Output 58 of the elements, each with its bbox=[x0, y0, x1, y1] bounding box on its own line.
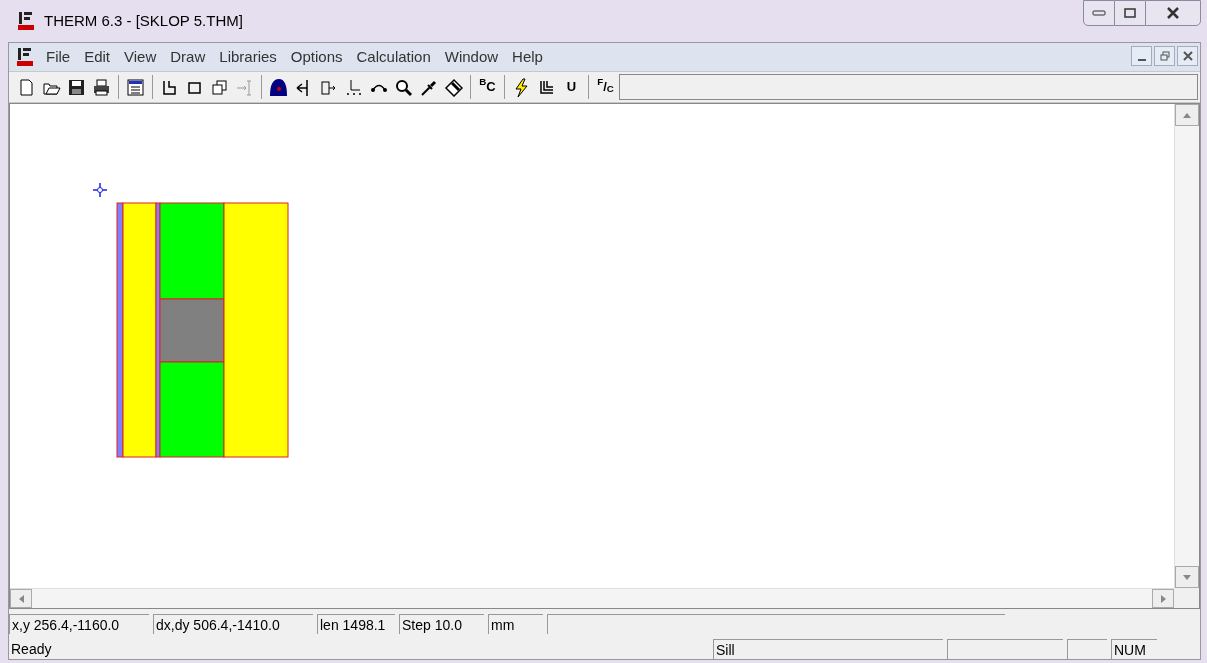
menu-item[interactable]: Calculation bbox=[349, 45, 438, 69]
minimize-button[interactable] bbox=[1083, 0, 1115, 26]
document-restore-button[interactable] bbox=[1154, 46, 1175, 66]
up-arrow-icon bbox=[1183, 112, 1191, 118]
right-arrow-icon bbox=[1160, 594, 1166, 603]
scroll-right-button[interactable] bbox=[1152, 589, 1174, 608]
menu-item[interactable]: Libraries bbox=[212, 45, 284, 69]
vertical-scrollbar[interactable] bbox=[1174, 104, 1199, 588]
scroll-left-button[interactable] bbox=[10, 589, 32, 608]
new-file-icon bbox=[17, 77, 36, 97]
toolbar-field[interactable] bbox=[619, 74, 1198, 100]
scroll-down-button[interactable] bbox=[1175, 566, 1199, 588]
status-field: x,y 256.4,-1160.0 bbox=[9, 614, 149, 634]
window-title: THERM 6.3 - [SKLOP 5.THM] bbox=[44, 10, 243, 31]
close-icon bbox=[1166, 7, 1180, 19]
origin-marker-icon bbox=[93, 183, 107, 197]
down-arrow-icon bbox=[1183, 574, 1191, 580]
status-field: NUM bbox=[1111, 639, 1157, 659]
menu-item[interactable]: View bbox=[117, 45, 164, 69]
horizontal-scrollbar[interactable] bbox=[10, 588, 1174, 608]
rotate-icon bbox=[444, 77, 463, 97]
minimize-icon bbox=[1092, 10, 1106, 16]
menu-item[interactable]: File bbox=[39, 45, 78, 69]
document-logo-icon bbox=[15, 47, 35, 67]
status-message: Ready bbox=[10, 640, 53, 659]
properties-icon bbox=[126, 77, 145, 97]
menu-item[interactable]: Window bbox=[437, 45, 506, 69]
toolbar-button[interactable]: $^{F}$/$_{C}$ bbox=[594, 75, 617, 99]
status-field: Step 10.0 bbox=[399, 614, 484, 634]
insert-point-icon bbox=[235, 77, 254, 97]
left-arrow-icon bbox=[18, 594, 24, 603]
lightning-icon bbox=[512, 77, 531, 97]
status-field: mm bbox=[488, 614, 543, 634]
fill-icon bbox=[269, 77, 288, 97]
restore-icon bbox=[1159, 51, 1170, 61]
snap-icon bbox=[344, 77, 363, 97]
save-icon bbox=[67, 77, 86, 97]
zoom-icon bbox=[394, 77, 413, 97]
status-field: Sill bbox=[713, 639, 943, 659]
menu-item[interactable]: Options bbox=[283, 45, 350, 69]
copy-icon bbox=[210, 77, 229, 97]
minimize-icon bbox=[1137, 59, 1146, 61]
close-button[interactable] bbox=[1145, 0, 1201, 26]
status-field: len 1498.1 bbox=[317, 614, 395, 634]
menu-item[interactable]: Help bbox=[505, 45, 550, 69]
document-minimize-button[interactable] bbox=[1131, 46, 1152, 66]
app-logo-icon bbox=[16, 11, 36, 31]
status-field: dx,dy 506.4,-1410.0 bbox=[153, 614, 313, 634]
toolbar-button[interactable]: U bbox=[560, 75, 583, 99]
menu-item[interactable]: Edit bbox=[77, 45, 118, 69]
maximize-button[interactable] bbox=[1115, 0, 1145, 26]
scroll-up-button[interactable] bbox=[1175, 104, 1199, 126]
document-close-button[interactable] bbox=[1177, 46, 1198, 66]
menu-item[interactable]: Draw bbox=[163, 45, 213, 69]
maximize-icon bbox=[1124, 8, 1136, 18]
printer-icon bbox=[92, 77, 111, 97]
toolbar-button[interactable]: $^{B}$C bbox=[476, 75, 499, 99]
close-icon bbox=[1182, 51, 1193, 61]
